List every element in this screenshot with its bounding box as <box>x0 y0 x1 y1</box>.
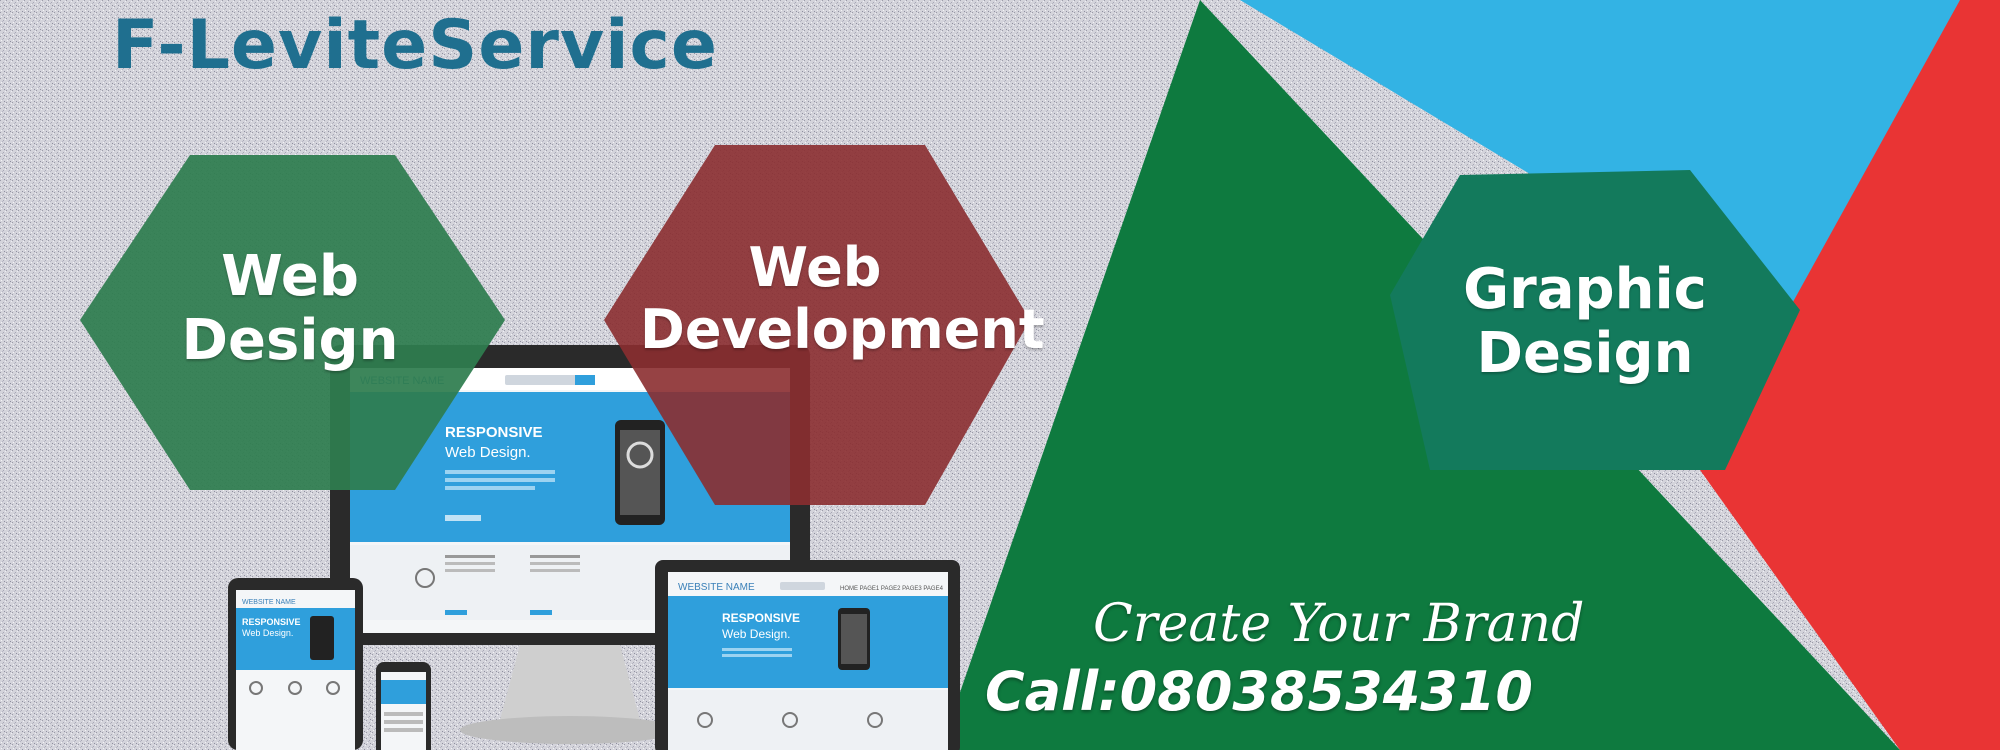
service-label-line2: Design <box>1476 321 1694 387</box>
svg-text:HOME PAGE1 PAGE2 PAGE3 PAG: HOME PAGE1 PAGE2 PAGE3 PAGE4 <box>840 586 944 592</box>
service-label-line2: Development <box>640 298 1045 362</box>
service-label-line1: Web <box>221 244 359 309</box>
service-label-line1: Graphic <box>1463 257 1707 322</box>
service-label-web-development: Web Development <box>640 236 1045 362</box>
tagline-text: Create Your Brand <box>1093 594 1585 654</box>
brand-logo-text: F-LeviteService <box>112 6 718 85</box>
svg-text:RESPONSIVE: RESPONSIVE <box>445 424 543 441</box>
service-label-line1: Web <box>748 236 882 299</box>
phone-number-text: Call:08038534310 <box>985 660 1533 723</box>
service-label-graphic-design: Graphic Design <box>1420 257 1750 387</box>
svg-text:RESPONSIVE: RESPONSIVE <box>242 617 301 627</box>
laptop-mockup: WEBSITE NAME HOME PAGE1 PAGE2 PAGE3 PAGE… <box>655 560 960 750</box>
svg-text:RESPONSIVE: RESPONSIVE <box>722 611 800 625</box>
banner: WEBSITE NAME RESPONSIVE Web Design. <box>0 0 2000 750</box>
service-label-web-design: Web Design <box>140 244 440 374</box>
phone-mockup <box>376 662 431 750</box>
service-label-line2: Design <box>181 308 399 374</box>
svg-text:WEBSITE NAME: WEBSITE NAME <box>242 599 296 606</box>
svg-text:Web Design.: Web Design. <box>445 444 531 461</box>
tablet-mockup: WEBSITE NAME RESPONSIVE Web Design. <box>228 578 363 750</box>
svg-text:Web Design.: Web Design. <box>722 627 790 641</box>
svg-text:Web Design.: Web Design. <box>242 628 293 638</box>
svg-text:WEBSITE NAME: WEBSITE NAME <box>678 582 755 593</box>
